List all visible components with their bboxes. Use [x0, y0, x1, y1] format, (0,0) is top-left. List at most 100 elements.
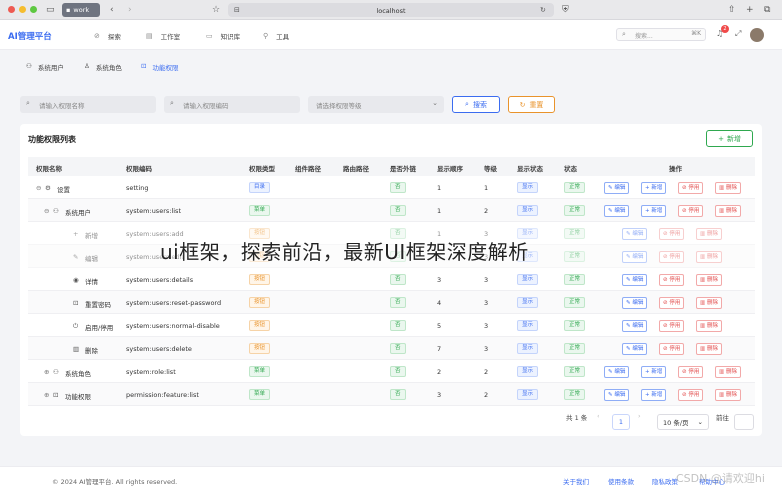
nav-item-studio[interactable]: ▤ 工作室 [146, 31, 180, 41]
delete-button[interactable]: ▥ 删除 [696, 274, 722, 286]
disable-button[interactable]: ⊘ 停用 [678, 205, 704, 217]
permission-name-input[interactable]: ⌕ 请输入权限名称 [20, 96, 156, 113]
address-bar[interactable]: ⊟ localhost ↻ [228, 3, 554, 17]
delete-button[interactable]: ▥ 删除 [696, 251, 722, 263]
op-label: 删除 [706, 346, 718, 352]
star-icon[interactable]: ☆ [212, 4, 220, 16]
delete-button[interactable]: ▥ 删除 [696, 343, 722, 355]
sidebar-toggle-icon[interactable]: ▭ [46, 4, 55, 16]
disable-button[interactable]: ⊘ 停用 [659, 228, 685, 240]
op-label: 停用 [688, 208, 700, 214]
op-label: 删除 [706, 277, 718, 283]
delete-button[interactable]: ▥ 删除 [715, 182, 741, 194]
page-number-button[interactable]: 1 [612, 414, 630, 430]
button-label: 新增 [726, 134, 741, 143]
column-header: 操作 [669, 165, 682, 173]
delete-button[interactable]: ▥ 删除 [696, 320, 722, 332]
new-tab-icon[interactable]: + [746, 4, 754, 16]
avatar[interactable] [750, 28, 764, 42]
tab-overview-icon[interactable]: ⧉ [764, 4, 770, 16]
trash-icon: ▥ [700, 300, 706, 306]
edit-button[interactable]: ✎ 编辑 [622, 297, 648, 309]
edit-button[interactable]: ✎ 编辑 [604, 366, 630, 378]
nav-item-knowledge[interactable]: ▭ 知识库 [206, 31, 240, 41]
column-header: 组件路径 [295, 165, 321, 173]
disable-button[interactable]: ⊘ 停用 [678, 366, 704, 378]
plus-icon: + [645, 392, 650, 398]
edit-button[interactable]: ✎ 编辑 [622, 251, 648, 263]
fullscreen-icon[interactable]: ⤢ [735, 29, 741, 39]
external-tag: 否 [390, 274, 406, 285]
type-tag: 按钮 [249, 274, 271, 285]
global-search-input[interactable]: ⌕ 搜索... ⌘K [616, 28, 706, 41]
add-child-button[interactable]: + 新增 [641, 205, 667, 217]
permission-code-input[interactable]: ⌕ 请输入权限编码 [164, 96, 300, 113]
brand-logo[interactable]: AI管理平台 [8, 30, 52, 42]
maximize-window-button[interactable] [30, 6, 37, 13]
footer-link-privacy[interactable]: 隐私政策 [652, 476, 678, 486]
search-button[interactable]: ⌕ 搜索 [452, 96, 500, 113]
tab-feature-permissions[interactable]: ⊡ 功能权限 [141, 62, 178, 72]
edit-button[interactable]: ✎ 编辑 [604, 389, 630, 401]
footer-link-about[interactable]: 关于我们 [563, 476, 589, 486]
op-label: 删除 [706, 300, 718, 306]
shield-icon[interactable]: ⛨ [562, 4, 569, 16]
plus-icon: + [718, 134, 724, 143]
close-window-button[interactable] [8, 6, 15, 13]
forward-icon[interactable]: › [128, 4, 132, 16]
tree-toggle-icon[interactable]: ⊖ [44, 207, 49, 215]
disable-button[interactable]: ⊘ 停用 [659, 343, 685, 355]
reset-button[interactable]: ↻ 重置 [508, 96, 555, 113]
op-label: 删除 [725, 369, 737, 375]
delete-button[interactable]: ▥ 删除 [715, 389, 741, 401]
tree-toggle-icon[interactable]: ⊖ [36, 184, 41, 192]
goto-page-input[interactable] [734, 414, 754, 430]
add-child-button[interactable]: + 新增 [641, 366, 667, 378]
column-header: 是否外链 [390, 165, 416, 173]
disable-button[interactable]: ⊘ 停用 [678, 389, 704, 401]
nav-item-tools[interactable]: ⚲ 工具 [263, 31, 289, 41]
minimize-window-button[interactable] [19, 6, 26, 13]
tree-toggle-icon[interactable]: ⊕ [44, 391, 49, 399]
delete-button[interactable]: ▥ 删除 [696, 297, 722, 309]
row-icon: + [73, 230, 79, 238]
add-permission-button[interactable]: + 新增 [706, 130, 753, 147]
add-child-button[interactable]: + 新增 [641, 389, 667, 401]
back-icon[interactable]: ‹ [110, 4, 114, 16]
tree-toggle-icon[interactable]: ⊕ [44, 368, 49, 376]
disable-button[interactable]: ⊘ 停用 [659, 320, 685, 332]
disable-button[interactable]: ⊘ 停用 [678, 182, 704, 194]
edit-button[interactable]: ✎ 编辑 [622, 228, 648, 240]
disable-button[interactable]: ⊘ 停用 [659, 274, 685, 286]
ban-icon: ⊘ [682, 392, 687, 398]
nav-item-explore[interactable]: ⊘ 探索 [94, 31, 121, 41]
edit-button[interactable]: ✎ 编辑 [604, 205, 630, 217]
add-child-button[interactable]: + 新增 [641, 182, 667, 194]
tab-system-users[interactable]: ⚇ 系统用户 [26, 62, 64, 72]
next-page-icon[interactable]: › [638, 412, 641, 420]
delete-button[interactable]: ▥ 删除 [696, 228, 722, 240]
share-icon[interactable]: ⇧ [728, 4, 736, 16]
table-title: 功能权限列表 [28, 135, 76, 144]
op-label: 编辑 [632, 277, 644, 283]
page-size-select[interactable]: 10 条/页 ⌄ [657, 414, 709, 430]
tab-label: 功能权限 [152, 64, 179, 72]
nav-label: 工作室 [160, 33, 181, 41]
edit-button[interactable]: ✎ 编辑 [604, 182, 630, 194]
edit-icon: ✎ [626, 231, 631, 237]
edit-button[interactable]: ✎ 编辑 [622, 343, 648, 355]
reload-icon[interactable]: ↻ [540, 4, 546, 16]
tab-system-roles[interactable]: ♙ 系统角色 [84, 62, 122, 72]
edit-button[interactable]: ✎ 编辑 [622, 274, 648, 286]
disable-button[interactable]: ⊘ 停用 [659, 297, 685, 309]
browser-tab-group[interactable]: ▪ work [62, 3, 100, 17]
compass-icon: ⊘ [94, 32, 100, 40]
type-tag: 按钮 [249, 320, 271, 331]
delete-button[interactable]: ▥ 删除 [715, 366, 741, 378]
permission-level-select[interactable]: 请选择权限等级 ⌄ [308, 96, 444, 113]
prev-page-icon[interactable]: ‹ [597, 412, 600, 420]
disable-button[interactable]: ⊘ 停用 [659, 251, 685, 263]
delete-button[interactable]: ▥ 删除 [715, 205, 741, 217]
edit-button[interactable]: ✎ 编辑 [622, 320, 648, 332]
footer-link-terms[interactable]: 使用条款 [608, 476, 634, 486]
